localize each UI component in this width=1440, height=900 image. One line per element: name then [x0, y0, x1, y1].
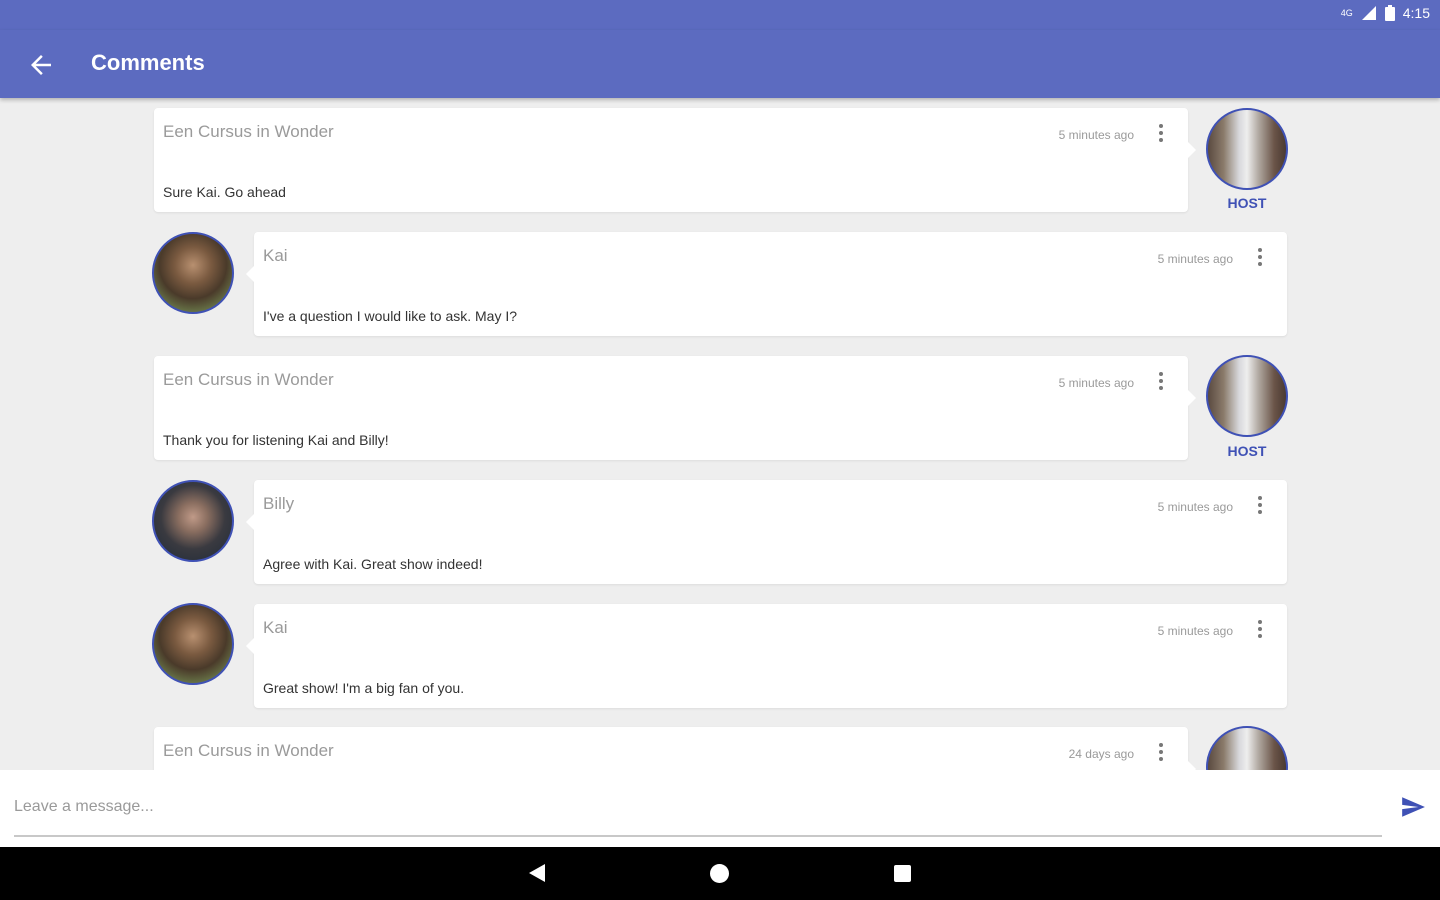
host-avatar[interactable]: [1206, 726, 1288, 770]
comment-author: Billy: [263, 494, 295, 513]
bubble-tail: [1188, 142, 1196, 158]
host-badge: HOST: [1227, 195, 1267, 211]
comment-card-host: Een Cursus in Wonder 5 minutes ago Sure …: [154, 108, 1196, 212]
bubble-tail: [246, 514, 254, 530]
battery-icon: [1384, 5, 1395, 21]
comment-time: 5 minutes ago: [1058, 128, 1134, 142]
host-badge: HOST: [1227, 443, 1267, 459]
user-avatar-kai[interactable]: [152, 603, 234, 685]
bubble-tail: [1188, 390, 1196, 406]
comment-author: Een Cursus in Wonder: [163, 741, 334, 760]
bubble-tail: [246, 266, 254, 282]
comment-time: 5 minutes ago: [1157, 500, 1233, 514]
user-avatar-billy[interactable]: [152, 480, 234, 562]
comment-author: Kai: [263, 246, 288, 265]
system-nav-bar: [0, 847, 1440, 900]
comment-time: 5 minutes ago: [1157, 624, 1233, 638]
more-vert-icon[interactable]: [1255, 248, 1265, 270]
clock: 4:15: [1402, 5, 1430, 21]
network-type: 4G: [1340, 8, 1353, 18]
nav-recents-icon[interactable]: [894, 865, 911, 882]
comment-card-user: Kai 5 minutes ago Great show! I'm a big …: [246, 604, 1287, 708]
comment-message: I've a question I would like to ask. May…: [263, 308, 518, 324]
send-icon[interactable]: [1398, 794, 1428, 820]
back-arrow-icon[interactable]: [26, 50, 56, 80]
comment-card-host: Een Cursus in Wonder 5 minutes ago Thank…: [154, 356, 1196, 460]
comment-message: Agree with Kai. Great show indeed!: [263, 556, 483, 572]
input-underline: [14, 835, 1382, 837]
comment-time: 5 minutes ago: [1058, 376, 1134, 390]
host-avatar[interactable]: [1206, 108, 1288, 190]
comment-list[interactable]: Een Cursus in Wonder 5 minutes ago Sure …: [0, 98, 1440, 770]
nav-back-icon[interactable]: [528, 863, 546, 883]
comment-message: Sure Kai. Go ahead: [163, 184, 286, 200]
more-vert-icon[interactable]: [1156, 372, 1166, 394]
more-vert-icon[interactable]: [1255, 620, 1265, 642]
comment-message: Thank you for listening Kai and Billy!: [163, 432, 389, 448]
page-title: Comments: [91, 50, 205, 75]
bubble-tail: [246, 638, 254, 654]
comment-author: Een Cursus in Wonder: [163, 122, 334, 141]
comment-card-host: Een Cursus in Wonder 24 days ago: [154, 727, 1196, 770]
more-vert-icon[interactable]: [1156, 743, 1166, 765]
more-vert-icon[interactable]: [1156, 124, 1166, 146]
comment-card-user: Billy 5 minutes ago Agree with Kai. Grea…: [246, 480, 1287, 584]
comment-card-user: Kai 5 minutes ago I've a question I woul…: [246, 232, 1287, 336]
message-input[interactable]: Leave a message...: [14, 798, 1382, 816]
comment-time: 24 days ago: [1068, 747, 1134, 761]
message-composer: Leave a message...: [0, 770, 1440, 847]
comment-author: Een Cursus in Wonder: [163, 370, 334, 389]
status-icons: 4G 4:15: [1341, 5, 1430, 21]
comment-time: 5 minutes ago: [1157, 252, 1233, 266]
host-avatar[interactable]: [1206, 355, 1288, 437]
nav-home-icon[interactable]: [710, 864, 729, 883]
status-bar: 4G 4:15: [0, 0, 1440, 30]
user-avatar-kai[interactable]: [152, 232, 234, 314]
more-vert-icon[interactable]: [1255, 496, 1265, 518]
bubble-tail: [1188, 761, 1196, 770]
app-bar: Comments: [0, 30, 1440, 98]
comment-author: Kai: [263, 618, 288, 637]
comment-message: Great show! I'm a big fan of you.: [263, 680, 465, 696]
signal-icon: [1361, 6, 1376, 20]
